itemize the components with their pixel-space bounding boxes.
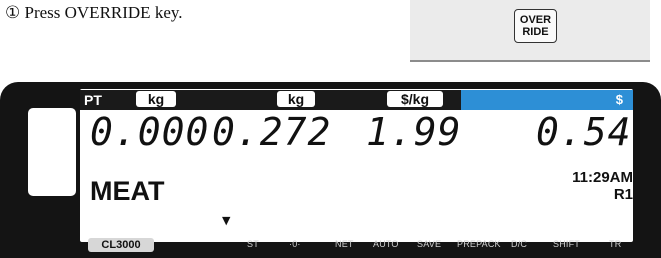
override-key-panel: OVER RIDE: [410, 0, 650, 62]
indicator-arrow-icon: ▼: [222, 214, 231, 227]
unit-price-label: $/kg: [387, 91, 443, 107]
override-key[interactable]: OVER RIDE: [514, 9, 557, 43]
side-window: [28, 108, 76, 196]
model-badge: CL3000: [88, 238, 154, 252]
indicator-prepack: PREPACK: [457, 239, 501, 249]
total-price-header: $: [461, 90, 633, 110]
override-key-label-line1: OVER: [519, 14, 552, 26]
weight-value: 0.272: [212, 110, 332, 154]
product-name: MEAT: [90, 176, 165, 206]
indicator-tr: TR: [609, 239, 622, 249]
indicator-st: ST: [247, 239, 259, 249]
override-key-label-line2: RIDE: [522, 26, 549, 38]
time-display: 11:29AM: [572, 169, 633, 186]
unit-price-value: 1.99: [366, 110, 462, 154]
register-display: R1: [613, 186, 633, 203]
pt-label: PT: [84, 92, 102, 108]
scale-display-panel: PT kg kg $/kg $ 0.000 0.272 1.99 0.54 ME…: [0, 82, 661, 258]
total-price-value: 0.54: [536, 110, 632, 154]
indicator-save: SAVE: [417, 239, 442, 249]
indicator-shift: SHIFT: [553, 239, 580, 249]
weight-unit-label: kg: [277, 91, 315, 107]
tare-unit-label: kg: [136, 91, 176, 107]
indicator-dc: D/C: [511, 239, 528, 249]
total-price-label: $: [615, 92, 623, 107]
indicator-auto: AUTO: [373, 239, 399, 249]
tare-value: 0.000: [90, 110, 210, 154]
indicator-zero: ·0·: [289, 239, 301, 249]
time-register-block: 11:29AM R1: [572, 169, 633, 203]
instruction-text: ① Press OVERRIDE key.: [5, 3, 183, 22]
indicator-net: NET: [335, 239, 354, 249]
